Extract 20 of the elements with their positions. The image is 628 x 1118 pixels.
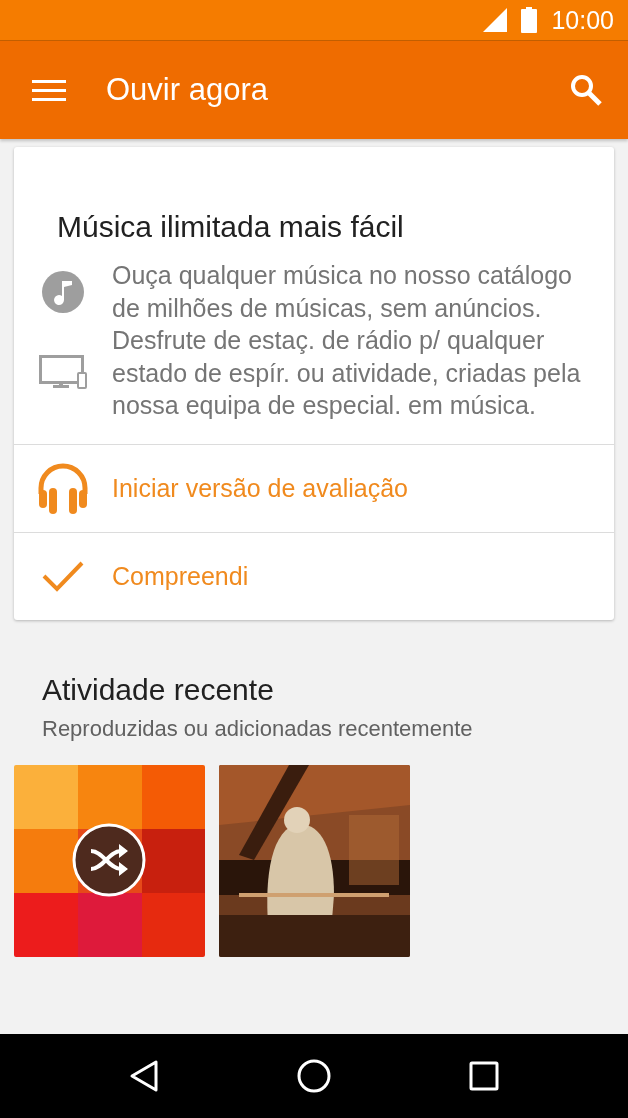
screen-title: Ouvir agora <box>106 72 269 108</box>
feature-text: Desfrute de estaç. de rádio p/ qualquer estado de espír. ou atividade, criadas pela nossa equipa de especial. em música. <box>112 325 582 421</box>
shuffle-icon[interactable] <box>72 822 146 897</box>
section-title: Atividade recente <box>42 671 275 708</box>
signal-icon <box>483 8 508 32</box>
back-icon[interactable] <box>129 1059 159 1093</box>
dismiss-link[interactable]: Compreendi <box>112 561 249 591</box>
home-icon[interactable] <box>297 1059 331 1093</box>
battery-icon <box>521 7 538 33</box>
check-icon[interactable] <box>41 559 85 593</box>
section-subtitle: Reproduzidas ou adicionadas recentemente <box>42 714 474 743</box>
card-title: Música ilimitada mais fácil <box>56 209 405 245</box>
feature-text: Ouça qualquer música no nosso catálogo de milhões de músicas, sem anúncios. <box>112 260 573 324</box>
trial-link[interactable]: Iniciar versão de avaliação <box>112 473 408 503</box>
music-note-icon <box>41 269 85 314</box>
recents-icon[interactable] <box>469 1061 499 1091</box>
search-icon[interactable] <box>570 74 602 106</box>
clock-time: 10:00 <box>551 5 614 35</box>
devices-icon <box>39 354 87 391</box>
menu-icon[interactable] <box>32 78 66 102</box>
